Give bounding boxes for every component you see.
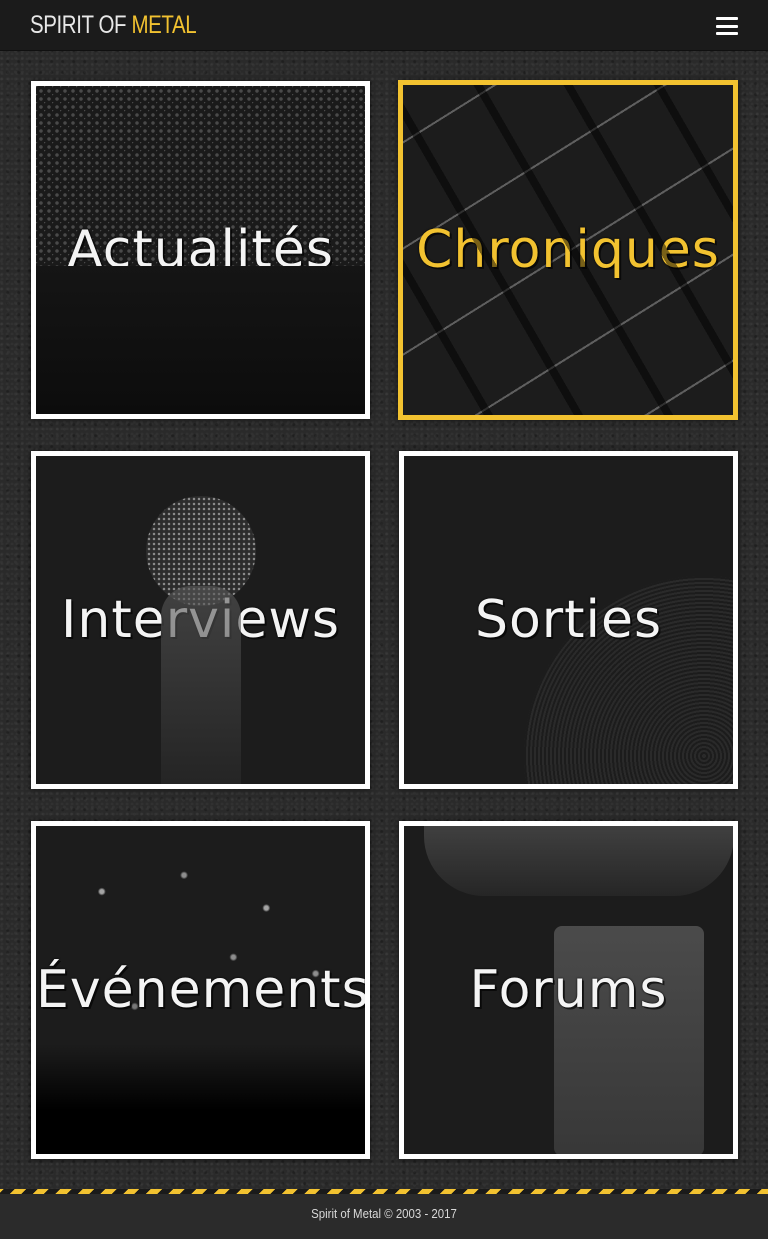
menu-bar xyxy=(716,17,738,20)
tile-image-turntable: Sorties xyxy=(404,456,733,784)
logo-text-white: SPIRIT OF xyxy=(30,11,127,39)
tile-actualites[interactable]: Actualités xyxy=(31,81,370,419)
tile-image-guitar-strings: Chroniques xyxy=(403,85,733,415)
footer: Spirit of Metal © 2003 - 2017 xyxy=(0,1194,768,1239)
tile-forums[interactable]: Forums xyxy=(399,821,738,1159)
tile-image-concert-crowd: Événements xyxy=(36,826,365,1154)
logo-text-yellow: METAL xyxy=(131,11,197,39)
tile-label: Événements xyxy=(36,960,365,1020)
menu-bar xyxy=(716,24,738,28)
tile-image-amplifier: Actualités xyxy=(36,86,365,414)
menu-bar xyxy=(716,32,738,35)
tile-interviews[interactable]: Interviews xyxy=(31,451,370,789)
hamburger-menu-icon[interactable] xyxy=(711,14,743,38)
tile-label: Forums xyxy=(469,960,668,1020)
top-navigation-bar: SPIRIT OF METAL xyxy=(0,0,768,51)
tile-label: Interviews xyxy=(61,590,340,650)
tile-evenements[interactable]: Événements xyxy=(31,821,370,1159)
tile-label: Chroniques xyxy=(416,220,720,280)
copyright-text: Spirit of Metal © 2003 - 2017 xyxy=(311,1206,457,1221)
tile-label: Sorties xyxy=(474,590,663,650)
tile-sorties[interactable]: Sorties xyxy=(399,451,738,789)
tile-chroniques[interactable]: Chroniques xyxy=(398,80,738,420)
tile-label: Actualités xyxy=(67,220,334,280)
tile-image-beer-glass: Forums xyxy=(404,826,733,1154)
tile-image-microphone: Interviews xyxy=(36,456,365,784)
site-logo[interactable]: SPIRIT OF METAL xyxy=(30,9,197,41)
